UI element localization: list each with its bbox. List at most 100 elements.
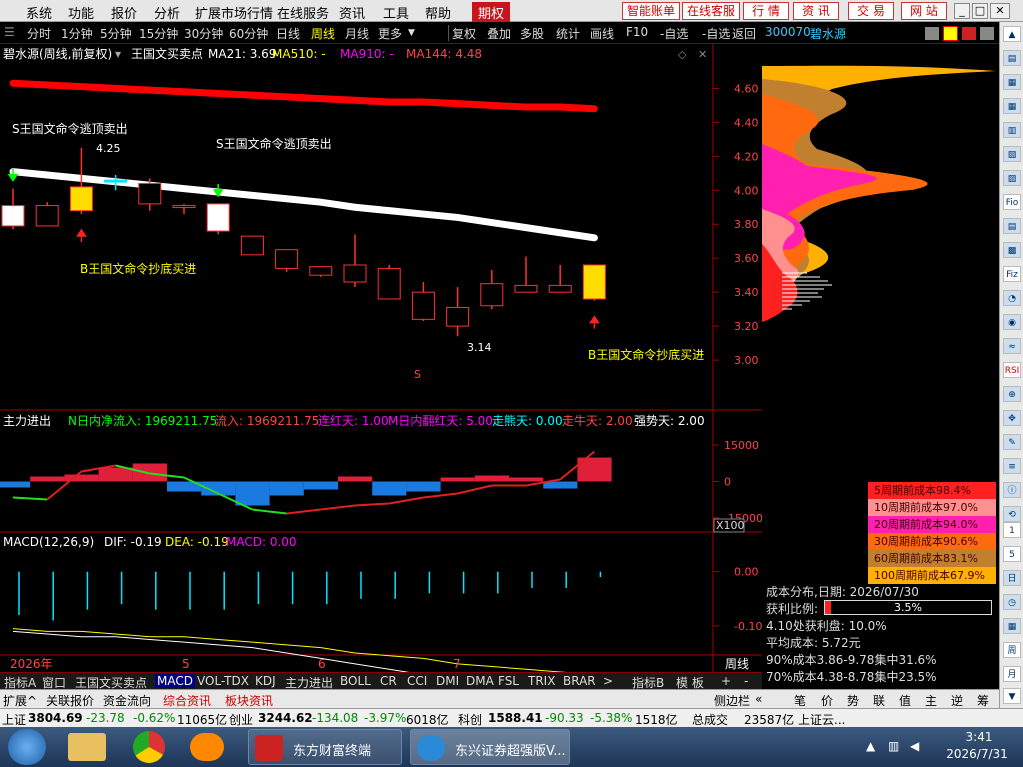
tab-sector-news[interactable]: 板块资讯 <box>225 692 273 709</box>
period-60min[interactable]: 60分钟 <box>229 25 268 42</box>
pie-icon[interactable]: ◔ <box>1003 290 1021 306</box>
back-button[interactable]: 返回 <box>732 25 756 42</box>
chip-chart-icon[interactable] <box>925 27 939 40</box>
tray-expand-icon[interactable]: ▲ <box>866 739 875 753</box>
add-favorite-button[interactable]: -自选 <box>702 25 730 42</box>
tab-general-news[interactable]: 综合资讯 <box>163 692 211 709</box>
menu-system[interactable]: 系统 <box>26 3 52 22</box>
menu-tools[interactable]: 工具 <box>383 3 409 22</box>
chevron-down-icon[interactable]: ▼ <box>1003 688 1021 704</box>
pencil-icon[interactable]: ✎ <box>1003 434 1021 450</box>
news-ticker[interactable]: 上证云... <box>798 711 845 728</box>
menu-quote[interactable]: 报价 <box>111 3 137 22</box>
market-button[interactable]: 行 情 <box>743 2 789 20</box>
taskbar-app-eastmoney[interactable]: 东方财富终端 <box>248 729 402 765</box>
period-1-icon[interactable]: 1 <box>1003 522 1021 538</box>
chevron-up-icon[interactable]: ▲ <box>1003 26 1021 42</box>
table-icon[interactable]: ▦ <box>1003 74 1021 90</box>
rsi-icon[interactable]: RSI <box>1003 362 1021 378</box>
move-icon[interactable]: ✥ <box>1003 410 1021 426</box>
sidebar-tab-1[interactable]: 笔 <box>794 692 806 709</box>
zoom-icon[interactable]: ⊕ <box>1003 386 1021 402</box>
period-week[interactable]: 周线 <box>311 25 335 42</box>
indicator-tab[interactable]: TRIX <box>528 674 555 688</box>
period-day[interactable]: 日线 <box>276 25 300 42</box>
scroll-icon[interactable]: ◉ <box>1003 314 1021 330</box>
sidebar-tab-2[interactable]: 价 <box>821 692 833 709</box>
indicator-tab[interactable]: + <box>721 674 731 688</box>
period-month[interactable]: 月线 <box>345 25 369 42</box>
info-button[interactable]: 资 讯 <box>793 2 839 20</box>
panel-close-icon[interactable]: ✕ <box>698 48 707 61</box>
indicator-tab[interactable]: > <box>603 674 613 688</box>
list-icon[interactable]: ▤ <box>1003 218 1021 234</box>
bar-icon[interactable]: ▥ <box>1003 122 1021 138</box>
indicator-tab[interactable]: VOL-TDX <box>197 674 249 688</box>
menu-options[interactable]: 期权 <box>472 2 511 23</box>
indicator-tab[interactable]: BRAR <box>563 674 596 688</box>
menu-online-service[interactable]: 在线服务 <box>277 3 329 22</box>
smart-bill-button[interactable]: 智能账单 <box>622 2 680 20</box>
indicator-tab[interactable]: DMA <box>466 674 494 688</box>
sidebar-tab-4[interactable]: 联 <box>873 692 885 709</box>
info-icon[interactable]: ⓘ <box>1003 482 1021 498</box>
statistics-button[interactable]: 统计 <box>556 25 580 42</box>
sidebar-tab-3[interactable]: 势 <box>847 692 859 709</box>
sidebar-tab-8[interactable]: 筹 <box>977 692 989 709</box>
day-icon[interactable]: 日 <box>1003 570 1021 586</box>
multi-stock-button[interactable]: 多股 <box>520 25 544 42</box>
list-icon[interactable]: ☰ <box>4 25 15 39</box>
period-more[interactable]: 更多 <box>378 25 402 42</box>
indicator-tab[interactable]: MACD <box>155 674 195 688</box>
sidebar-tab-7[interactable]: 逆 <box>951 692 963 709</box>
period-tick[interactable]: 分时 <box>27 25 51 42</box>
taskbar-app-dongxing[interactable]: 东兴证券超强版V... <box>410 729 570 765</box>
indicator-tab[interactable]: DMI <box>436 674 459 688</box>
menu-icon[interactable]: ≡ <box>1003 458 1021 474</box>
sidebar-tab-6[interactable]: 主 <box>925 692 937 709</box>
period-1min[interactable]: 1分钟 <box>61 25 93 42</box>
website-button[interactable]: 网 站 <box>901 2 947 20</box>
indicator-tab[interactable]: CCI <box>407 674 427 688</box>
overlay-button[interactable]: 叠加 <box>487 25 511 42</box>
tab-related-quote[interactable]: 关联报价 <box>46 692 94 709</box>
sidebar-toggle[interactable]: 侧边栏 <box>714 692 750 709</box>
wave-icon[interactable]: ≈ <box>1003 338 1021 354</box>
period-30min[interactable]: 30分钟 <box>184 25 223 42</box>
tab-extend[interactable]: 扩展^ <box>3 692 37 709</box>
menu-news[interactable]: 资讯 <box>339 3 365 22</box>
indicator-tab[interactable]: BOLL <box>340 674 371 688</box>
indicator-tab[interactable]: - <box>744 674 748 688</box>
menu-help[interactable]: 帮助 <box>425 3 451 22</box>
indicator-tab[interactable]: KDJ <box>255 674 276 688</box>
draw-line-button[interactable]: 画线 <box>590 25 614 42</box>
clock-icon[interactable]: ◷ <box>1003 594 1021 610</box>
more-dropdown-icon[interactable]: ▼ <box>408 28 415 38</box>
start-button-icon[interactable] <box>8 729 46 765</box>
chip-mode-icon[interactable] <box>962 27 976 40</box>
chart-icon[interactable]: ▤ <box>1003 50 1021 66</box>
fiz-icon[interactable]: Fiz <box>1003 266 1021 282</box>
period-5min[interactable]: 5分钟 <box>100 25 132 42</box>
online-support-button[interactable]: 在线客服 <box>682 2 740 20</box>
file-explorer-icon[interactable] <box>68 733 106 761</box>
candle-icon[interactable]: ▧ <box>1003 146 1021 162</box>
time-axis-period[interactable]: 周线 <box>725 657 749 671</box>
stats-icon[interactable]: ▩ <box>1003 242 1021 258</box>
chip-toggle-icon[interactable] <box>943 26 958 41</box>
restore-right-button[interactable]: 复权 <box>452 25 476 42</box>
week-icon[interactable]: 周 <box>1003 642 1021 658</box>
menu-function[interactable]: 功能 <box>68 3 94 22</box>
f10-button[interactable]: F10 <box>626 25 648 39</box>
period-15min[interactable]: 15分钟 <box>139 25 178 42</box>
month-icon[interactable]: 月 <box>1003 666 1021 682</box>
trade-button[interactable]: 交 易 <box>848 2 894 20</box>
network-icon[interactable]: ▥ <box>888 739 899 753</box>
minimize-icon[interactable]: _ <box>954 3 970 19</box>
volume-icon[interactable]: ◀ <box>910 739 919 753</box>
chrome-icon[interactable] <box>133 731 165 763</box>
watchlist-button[interactable]: -自选 <box>660 25 688 42</box>
tab-fund-flow[interactable]: 资金流向 <box>103 692 151 709</box>
indicator-chevron-icon[interactable]: ▾ <box>115 47 121 61</box>
settings-icon[interactable] <box>980 27 994 40</box>
